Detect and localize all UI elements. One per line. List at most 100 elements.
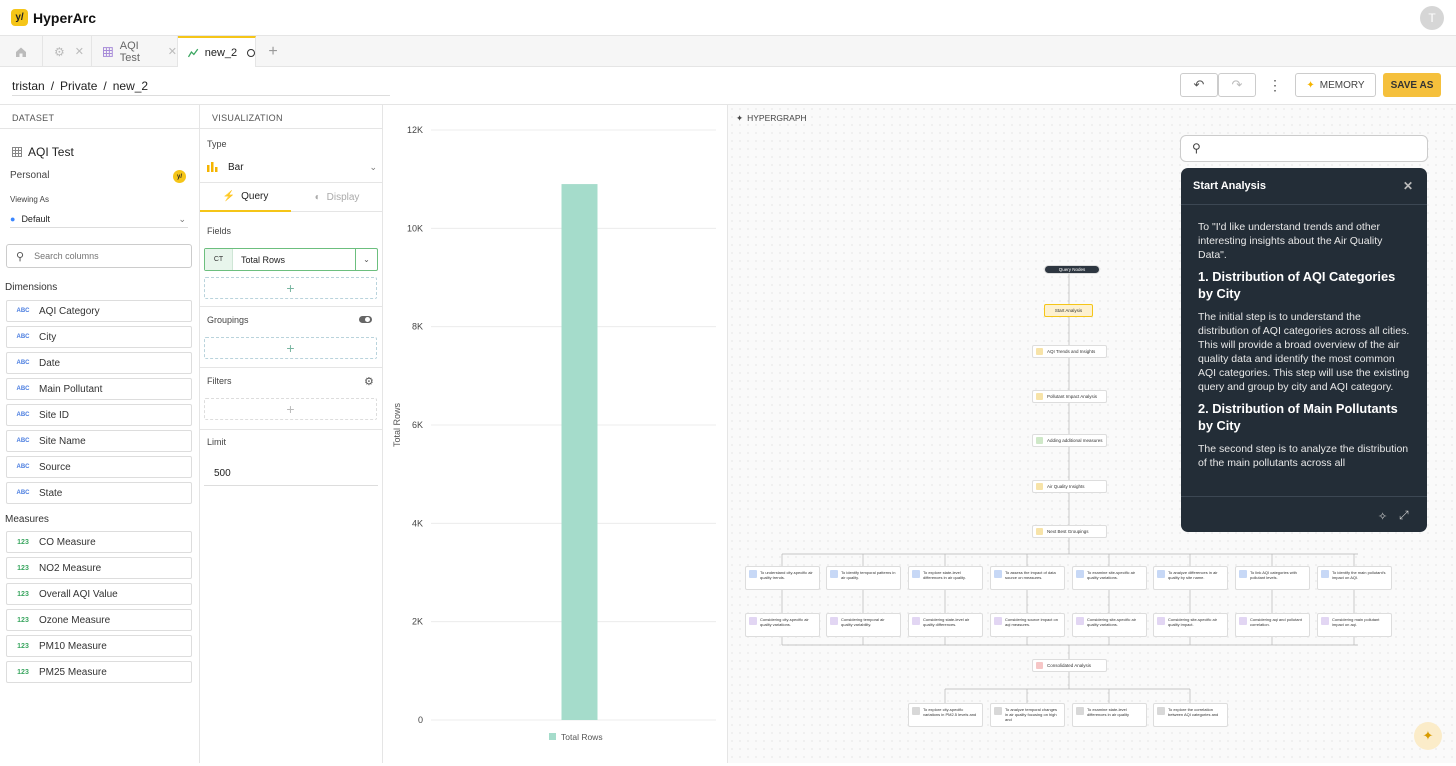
measure-item[interactable]: 123 Ozone Measure bbox=[6, 609, 192, 631]
breadcrumb-name[interactable]: new_2 bbox=[113, 79, 148, 93]
bar-chart-icon bbox=[207, 162, 218, 172]
graph-node-consideration[interactable]: Considering site-specific air quality va… bbox=[1072, 613, 1147, 637]
dimension-item[interactable]: ABC AQI Category bbox=[6, 300, 192, 322]
node-type-icon bbox=[1157, 707, 1165, 715]
graph-node-goal[interactable]: To identify temporal patterns in air qua… bbox=[826, 566, 901, 590]
graph-node-consideration[interactable]: Considering source impact on aqi measure… bbox=[990, 613, 1065, 637]
graph-node-consideration[interactable]: Considering main pollutant impact on aqi… bbox=[1317, 613, 1392, 637]
graph-node-goal[interactable]: To examine site-specific air quality var… bbox=[1072, 566, 1147, 590]
close-icon[interactable]: ✕ bbox=[168, 45, 177, 58]
measure-item[interactable]: 123 CO Measure bbox=[6, 531, 192, 553]
type-label: Type bbox=[207, 139, 227, 149]
tab-aqi-test[interactable]: AQI Test ✕ bbox=[92, 36, 178, 67]
tab-query[interactable]: ⚡ Query bbox=[200, 183, 291, 212]
add-tab-button[interactable]: + bbox=[256, 36, 290, 67]
node-label: To analyze temporal changes in air quali… bbox=[1005, 707, 1058, 722]
graph-node-chain[interactable]: Start Analysis bbox=[1044, 304, 1093, 317]
y-tick-label: 4K bbox=[412, 518, 423, 528]
analysis-heading-2: 2. Distribution of Main Pollutants by Ci… bbox=[1198, 401, 1398, 433]
dimensions-label: Dimensions bbox=[5, 282, 58, 293]
graph-node-goal[interactable]: To identify the main pollutant's impact … bbox=[1317, 566, 1392, 590]
limit-input[interactable]: 500 bbox=[204, 462, 378, 486]
chevron-down-icon: ⌄ bbox=[178, 213, 186, 224]
graph-node-goal[interactable]: To link AQI categories with pollutant le… bbox=[1235, 566, 1310, 590]
dimension-item[interactable]: ABC Source bbox=[6, 456, 192, 478]
tab-new-2[interactable]: new_2 bbox=[178, 36, 256, 67]
dimension-item[interactable]: ABC Site Name bbox=[6, 430, 192, 452]
graph-node-consideration[interactable]: Considering state-level air quality diff… bbox=[908, 613, 983, 637]
graph-node-chain[interactable]: Pollutant Impact Analysis bbox=[1032, 390, 1107, 403]
graph-node-chain[interactable]: AQI Trends and Insights bbox=[1032, 345, 1107, 358]
graph-node-goal[interactable]: To assess the impact of data source on m… bbox=[990, 566, 1065, 590]
graph-node-consideration[interactable]: Considering aqi and pollutant correlatio… bbox=[1235, 613, 1310, 637]
column-type-icon: ABC bbox=[16, 360, 30, 366]
node-label: Start Analysis bbox=[1054, 308, 1083, 313]
graph-node-followup[interactable]: To analyze temporal changes in air quali… bbox=[990, 703, 1065, 727]
ai-assistant-button[interactable]: ✦ bbox=[1414, 722, 1442, 750]
search-columns-input[interactable] bbox=[34, 251, 175, 261]
node-label: To assess the impact of data source on m… bbox=[1005, 570, 1056, 580]
graph-node-chain[interactable]: Air Quality Insights bbox=[1032, 480, 1107, 493]
node-label: Next Best Groupings bbox=[1047, 529, 1089, 534]
breadcrumb-space[interactable]: Private bbox=[60, 79, 97, 93]
viewing-as-select[interactable]: ● Default ⌄ bbox=[10, 211, 188, 228]
groupings-toggle[interactable] bbox=[359, 316, 372, 323]
add-grouping-button[interactable]: + bbox=[204, 337, 377, 359]
graph-node-followup[interactable]: To examine state-level differences in ai… bbox=[1072, 703, 1147, 727]
field-total-rows[interactable]: CT Total Rows ⌄ bbox=[204, 248, 378, 271]
measures-label: Measures bbox=[5, 514, 49, 525]
dimension-item[interactable]: ABC State bbox=[6, 482, 192, 504]
logo-icon[interactable]: y/ bbox=[11, 9, 28, 26]
graph-node-consideration[interactable]: Considering site-specific air quality im… bbox=[1153, 613, 1228, 637]
close-icon[interactable]: ✕ bbox=[1403, 179, 1413, 193]
dimension-item[interactable]: ABC Main Pollutant bbox=[6, 378, 192, 400]
measure-item[interactable]: 123 PM25 Measure bbox=[6, 661, 192, 683]
graph-node-goal[interactable]: To analyze differences in air quality by… bbox=[1153, 566, 1228, 590]
more-options-icon[interactable]: ⋮ bbox=[1268, 77, 1282, 94]
tab-home[interactable] bbox=[0, 36, 43, 67]
dimension-item[interactable]: ABC Site ID bbox=[6, 404, 192, 426]
graph-node-followup[interactable]: To explore the correlation between AQI c… bbox=[1153, 703, 1228, 727]
node-type-icon bbox=[1036, 393, 1043, 400]
graph-search-field[interactable]: ⚲ bbox=[1180, 135, 1428, 162]
redo-button[interactable]: ↷ bbox=[1218, 73, 1256, 97]
column-name: AQI Category bbox=[39, 305, 100, 317]
measure-item[interactable]: 123 Overall AQI Value bbox=[6, 583, 192, 605]
chart-type-select[interactable]: Bar ⌄ bbox=[207, 158, 377, 176]
add-field-button[interactable]: + bbox=[204, 277, 377, 299]
dimension-item[interactable]: ABC City bbox=[6, 326, 192, 348]
graph-node-chain[interactable]: Next Best Groupings bbox=[1032, 525, 1107, 538]
tab-settings[interactable]: ⚙ ✕ bbox=[43, 36, 92, 67]
chevron-down-icon[interactable]: ⌄ bbox=[355, 249, 377, 270]
graph-node-consideration[interactable]: Considering city-specific air quality va… bbox=[745, 613, 820, 637]
save-as-button[interactable]: SAVE AS bbox=[1383, 73, 1441, 97]
column-type-icon: 123 bbox=[17, 616, 29, 624]
add-filter-button[interactable]: + bbox=[204, 398, 377, 420]
undo-button[interactable]: ↶ bbox=[1180, 73, 1218, 97]
graph-node-root[interactable]: Query Nodes bbox=[1044, 265, 1100, 274]
graph-node-consideration[interactable]: Considering temporal air quality variabi… bbox=[826, 613, 901, 637]
graph-node-consolidated[interactable]: Consolidated Analysis bbox=[1032, 659, 1107, 672]
search-columns-field[interactable]: ⚲ bbox=[6, 244, 192, 268]
measure-item[interactable]: 123 NO2 Measure bbox=[6, 557, 192, 579]
close-icon[interactable]: ✕ bbox=[75, 45, 84, 58]
search-icon: ⚲ bbox=[1192, 141, 1201, 155]
column-type-icon: ABC bbox=[16, 464, 30, 470]
tab-display[interactable]: ◐ Display bbox=[291, 183, 383, 212]
sparkle-icon[interactable]: ✧ bbox=[1378, 510, 1387, 523]
memory-button[interactable]: ✦ MEMORY bbox=[1295, 73, 1376, 97]
avatar[interactable]: T bbox=[1420, 6, 1444, 30]
graph-node-goal[interactable]: To explore state-level differences in ai… bbox=[908, 566, 983, 590]
gear-icon[interactable]: ⚙ bbox=[364, 375, 374, 388]
graph-node-followup[interactable]: To explore city-specific variations in P… bbox=[908, 703, 983, 727]
graph-node-chain[interactable]: Adding additional measures bbox=[1032, 434, 1107, 447]
node-label: Considering main pollutant impact on aqi… bbox=[1332, 617, 1380, 627]
measure-item[interactable]: 123 PM10 Measure bbox=[6, 635, 192, 657]
bar[interactable] bbox=[561, 184, 598, 720]
graph-node-goal[interactable]: To understand city-specific air quality … bbox=[745, 566, 820, 590]
node-type-icon bbox=[1157, 617, 1165, 625]
breadcrumb-user[interactable]: tristan bbox=[12, 79, 45, 93]
visualization-panel: VISUALIZATION Type Bar ⌄ ⚡ Query ◐ Display… bbox=[200, 105, 383, 763]
dimension-item[interactable]: ABC Date bbox=[6, 352, 192, 374]
expand-icon[interactable]: ⤢ bbox=[1399, 508, 1409, 523]
